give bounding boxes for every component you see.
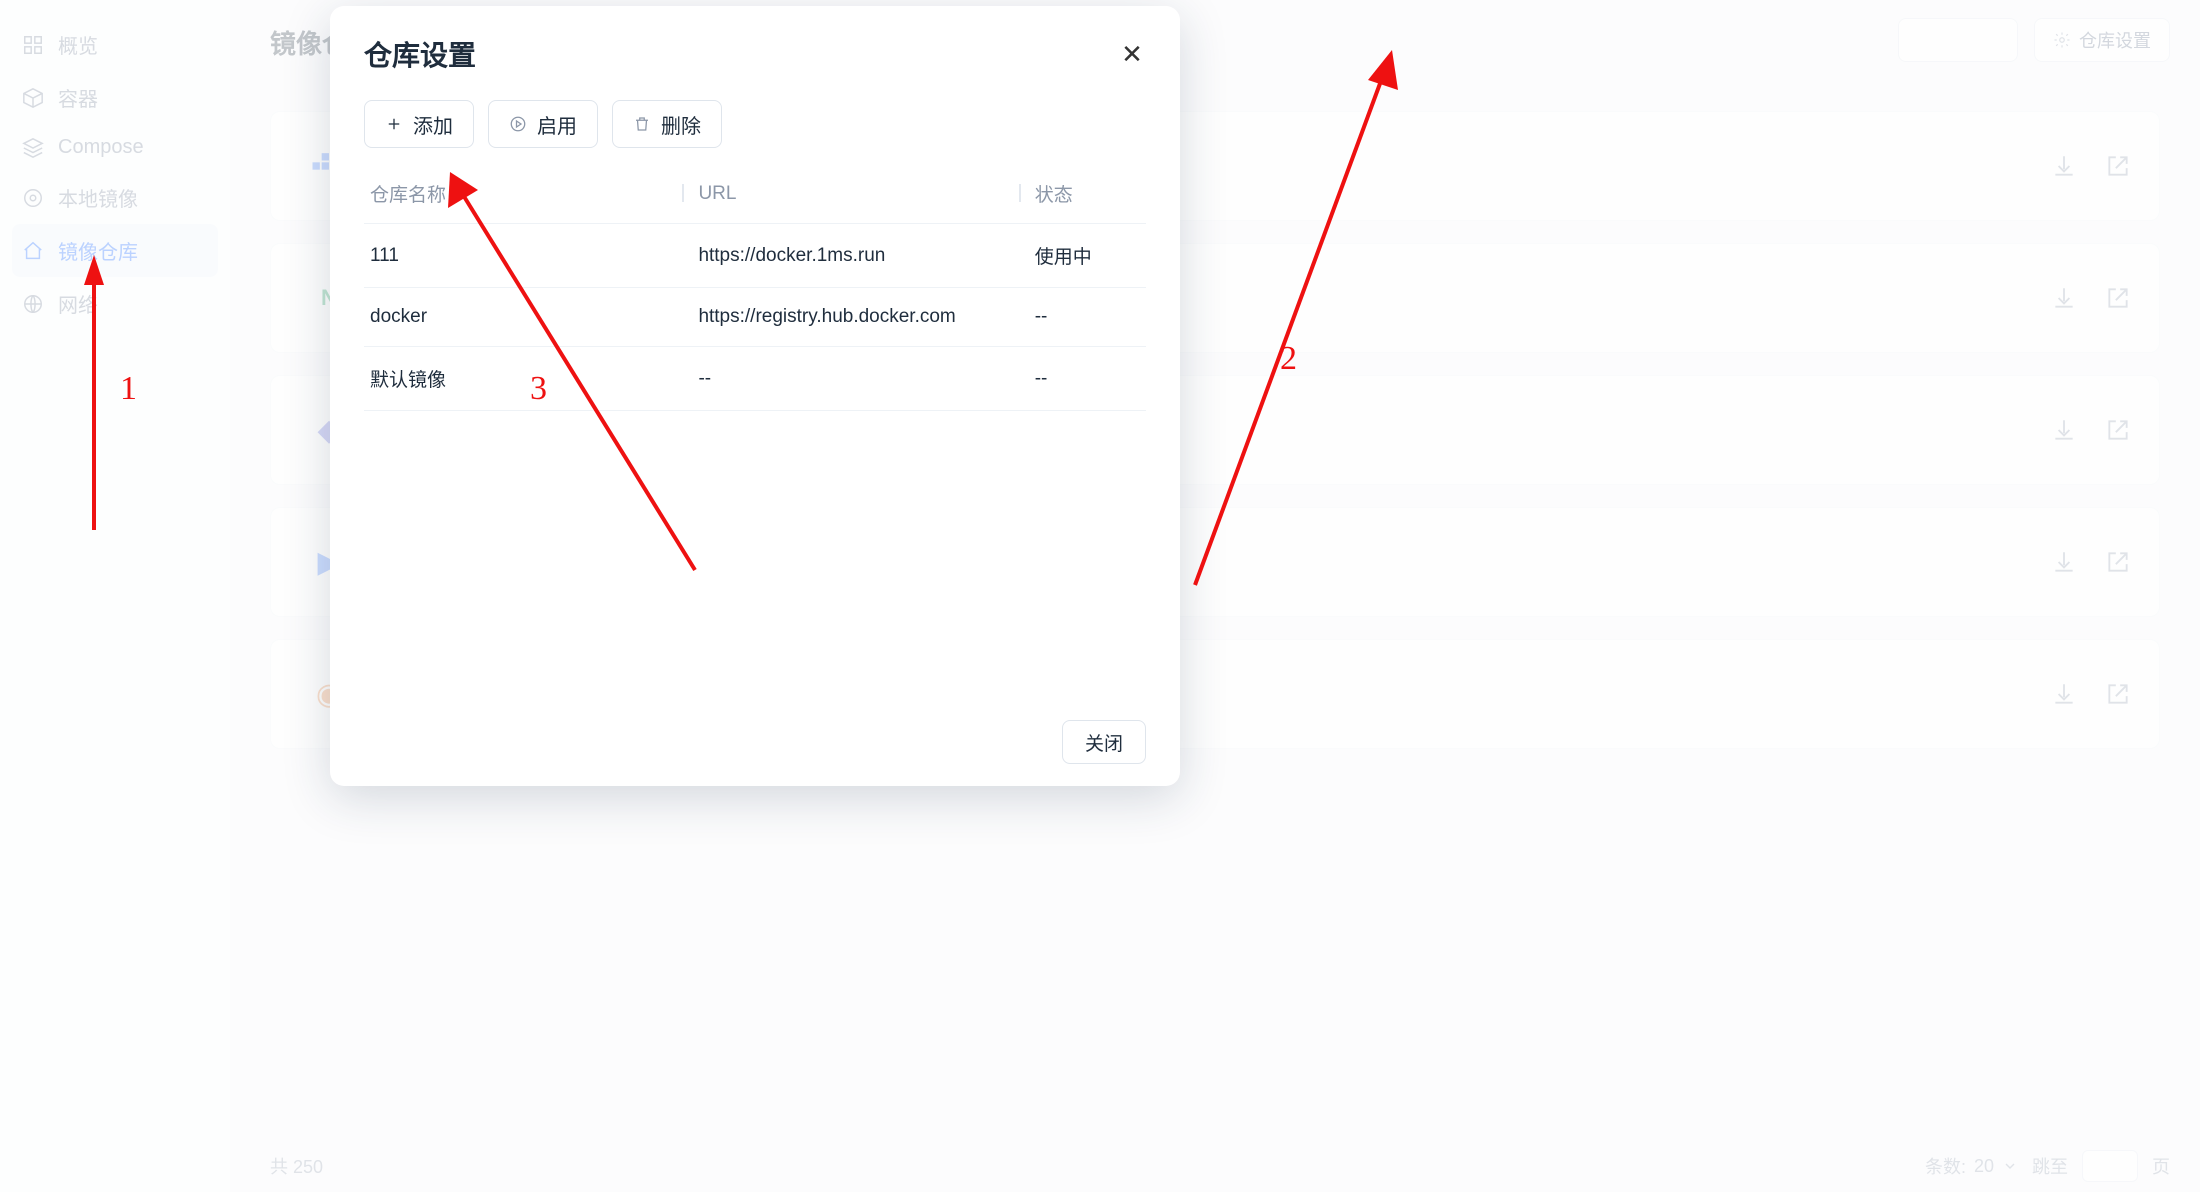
col-name: 仓库名称	[364, 170, 692, 224]
table-row[interactable]: 默认镜像 -- --	[364, 347, 1146, 411]
enable-button-label: 启用	[537, 110, 577, 139]
cell-status: --	[1029, 347, 1146, 411]
delete-button-label: 删除	[661, 110, 701, 139]
repo-table: 仓库名称 URL 状态 111 https://docker.1ms.run 使…	[364, 170, 1146, 411]
close-icon[interactable]: ✕	[1118, 39, 1146, 70]
col-status: 状态	[1029, 170, 1146, 224]
cell-url: https://docker.1ms.run	[692, 224, 1028, 288]
cell-url: https://registry.hub.docker.com	[692, 288, 1028, 347]
cell-name: 默认镜像	[364, 347, 692, 411]
cell-name: 111	[364, 224, 692, 288]
add-button[interactable]: 添加	[364, 100, 474, 148]
cell-url: --	[692, 347, 1028, 411]
table-row[interactable]: 111 https://docker.1ms.run 使用中	[364, 224, 1146, 288]
plus-icon	[385, 115, 403, 133]
modal-title: 仓库设置	[364, 34, 476, 74]
col-url: URL	[692, 170, 1028, 224]
repo-settings-modal: 仓库设置 ✕ 添加 启用 删除 仓库名称 URL 状态 111 https	[330, 6, 1180, 786]
add-button-label: 添加	[413, 110, 453, 139]
delete-button[interactable]: 删除	[612, 100, 722, 148]
close-button[interactable]: 关闭	[1062, 720, 1146, 764]
cell-status: --	[1029, 288, 1146, 347]
cell-status: 使用中	[1029, 224, 1146, 288]
cell-name: docker	[364, 288, 692, 347]
enable-button[interactable]: 启用	[488, 100, 598, 148]
trash-icon	[633, 115, 651, 133]
table-row[interactable]: docker https://registry.hub.docker.com -…	[364, 288, 1146, 347]
play-circle-icon	[509, 115, 527, 133]
